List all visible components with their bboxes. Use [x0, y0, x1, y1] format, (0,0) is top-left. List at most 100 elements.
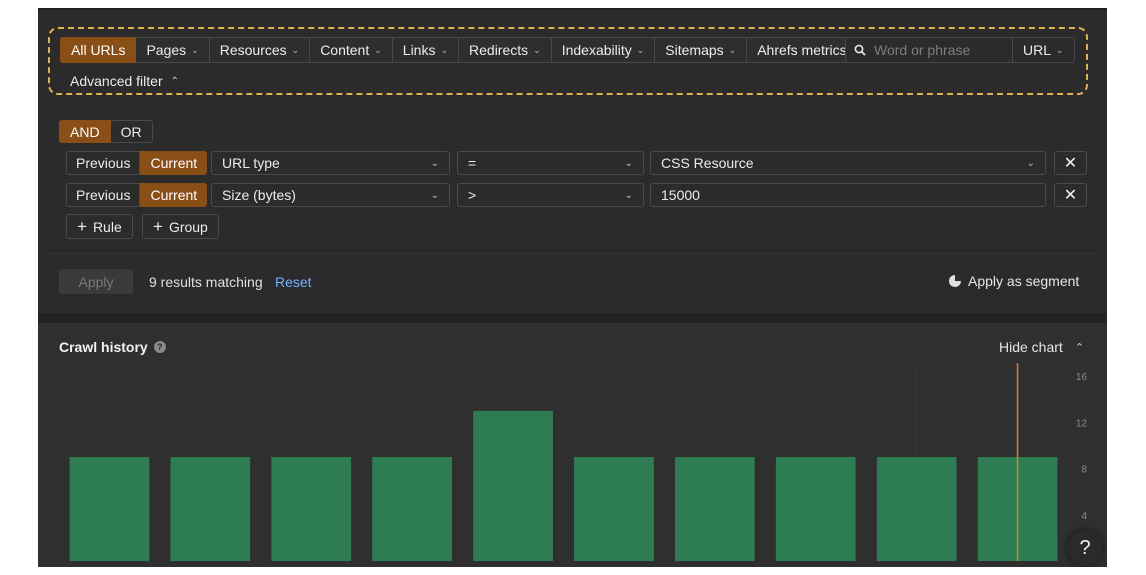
add-group-label: Group: [168, 218, 208, 235]
operator-select[interactable]: > ⌄: [457, 183, 644, 207]
results-count: 9 results matching: [149, 274, 263, 290]
top-border: [38, 8, 1107, 10]
previous-button[interactable]: Previous: [66, 183, 141, 207]
remove-rule-button[interactable]: ✕: [1054, 151, 1087, 175]
chart-bar: [170, 457, 251, 561]
chart-bar: [574, 457, 654, 561]
operator-select[interactable]: = ⌄: [457, 151, 644, 175]
search-scope-label: URL: [1023, 42, 1052, 58]
chevron-up-icon: ⌃: [170, 75, 179, 87]
chevron-up-icon: ⌃: [1074, 341, 1085, 354]
search-scope-dropdown[interactable]: URL ⌄: [1013, 37, 1075, 63]
tab-label: Pages: [146, 42, 187, 58]
logic-toggle: AND OR: [59, 120, 153, 143]
current-button[interactable]: Current: [140, 183, 208, 207]
compare-toggle: Previous Current: [66, 151, 208, 175]
tab-links[interactable]: Links ⌄: [392, 37, 460, 63]
divider: [48, 253, 1098, 254]
tab-label: All URLs: [71, 42, 126, 58]
and-button[interactable]: AND: [59, 120, 111, 143]
chevron-down-icon: ⌄: [430, 157, 439, 169]
tab-all-urls[interactable]: All URLs: [60, 37, 137, 63]
help-button[interactable]: ?: [1067, 530, 1103, 566]
site-audit-panel: All URLs Pages ⌄ Resources ⌄ Content ⌄ Links ⌄ Re…: [38, 8, 1107, 567]
crawl-history-title: Crawl history: [59, 339, 148, 355]
help-icon[interactable]: ?: [153, 341, 166, 353]
chevron-down-icon: ⌄: [624, 189, 633, 201]
advanced-filter-label: Advanced filter: [70, 73, 163, 89]
chart-bar: [876, 457, 957, 561]
search-input[interactable]: [874, 42, 994, 58]
value-input-value: 15000: [661, 187, 700, 203]
close-icon: ✕: [1063, 155, 1078, 172]
section-gap: [38, 313, 1107, 323]
chevron-down-icon: ⌄: [291, 44, 300, 55]
tab-label: Links: [402, 42, 436, 58]
tab-label: Resources: [219, 42, 287, 58]
apply-as-segment-label: Apply as segment: [968, 273, 1080, 289]
value-input[interactable]: 15000: [650, 183, 1046, 207]
apply-button[interactable]: Apply: [59, 269, 133, 294]
previous-button[interactable]: Previous: [66, 151, 141, 175]
tab-content[interactable]: Content ⌄: [310, 37, 393, 63]
remove-rule-button[interactable]: ✕: [1054, 183, 1087, 207]
tab-pages[interactable]: Pages ⌄: [136, 37, 210, 63]
chart-bar: [69, 457, 150, 561]
tab-label: Sitemaps: [665, 42, 724, 58]
or-button[interactable]: OR: [110, 120, 153, 143]
operator-select-value: =: [468, 155, 477, 171]
field-select-value: Size (bytes): [222, 187, 296, 203]
filter-toolbar: All URLs Pages ⌄ Resources ⌄ Content ⌄ Links ⌄ Re…: [48, 27, 1088, 95]
chart-bar: [674, 457, 755, 561]
plus-icon: +: [77, 217, 87, 236]
field-select[interactable]: Size (bytes) ⌄: [211, 183, 450, 207]
reset-link[interactable]: Reset: [275, 274, 312, 290]
tab-label: Redirects: [469, 42, 529, 58]
tab-resources[interactable]: Resources ⌄: [209, 37, 311, 63]
tab-label: Ahrefs metrics: [757, 42, 847, 58]
add-rule-button[interactable]: + Rule: [66, 214, 133, 239]
tab-label: Content: [320, 42, 370, 58]
search-icon: [854, 44, 866, 56]
chevron-down-icon: ⌄: [430, 189, 439, 201]
chevron-down-icon: ⌄: [440, 44, 449, 55]
tab-sitemaps[interactable]: Sitemaps ⌄: [655, 37, 748, 63]
tab-indexability[interactable]: Indexability ⌄: [551, 37, 656, 63]
value-select[interactable]: CSS Resource ⌄: [650, 151, 1046, 175]
chart-bar: [775, 457, 856, 561]
crawl-history-panel: Crawl history ? Hide chart ⌃ 4812167 Jul…: [38, 323, 1107, 567]
chevron-down-icon: ⌄: [1056, 44, 1064, 55]
panel-title: Crawl history ?: [59, 339, 166, 355]
field-select[interactable]: URL type ⌄: [211, 151, 450, 175]
filter-rule: Previous Current: [66, 183, 208, 207]
chevron-down-icon: ⌄: [533, 44, 541, 55]
advanced-filter-toggle[interactable]: Advanced filter ⌃: [70, 73, 179, 89]
apply-as-segment-button[interactable]: Apply as segment: [949, 273, 1079, 289]
filter-rule: Previous Current: [66, 151, 208, 175]
chevron-down-icon: ⌄: [1026, 157, 1035, 169]
add-rule-label: Rule: [92, 218, 122, 235]
chart-bar: [473, 410, 553, 561]
y-tick-label: 12: [1076, 418, 1088, 429]
hide-chart-label: Hide chart: [999, 339, 1063, 355]
current-button[interactable]: Current: [140, 151, 208, 175]
hide-chart-toggle[interactable]: Hide chart ⌃: [999, 339, 1084, 355]
crawl-history-chart: 4812167 Jul14 Jul21 Jul24 Jul28 Jul4 Aug…: [69, 363, 1088, 561]
tab-redirects[interactable]: Redirects ⌄: [459, 37, 552, 63]
pie-chart-icon: [949, 275, 961, 287]
chevron-down-icon: ⌄: [728, 44, 737, 55]
search-box[interactable]: [845, 37, 1013, 63]
close-icon: ✕: [1063, 187, 1078, 204]
chevron-down-icon: ⌄: [191, 44, 199, 55]
add-group-button[interactable]: + Group: [142, 214, 219, 239]
y-tick-label: 4: [1081, 511, 1087, 522]
y-tick-label: 8: [1081, 465, 1087, 476]
compare-toggle: Previous Current: [66, 183, 208, 207]
chevron-down-icon: ⌄: [624, 157, 633, 169]
chart-bar: [372, 457, 453, 561]
chevron-down-icon: ⌄: [636, 44, 645, 55]
chevron-down-icon: ⌄: [374, 44, 382, 55]
y-tick-label: 16: [1076, 372, 1088, 383]
chart-bar: [271, 457, 352, 561]
field-select-value: URL type: [222, 155, 280, 171]
